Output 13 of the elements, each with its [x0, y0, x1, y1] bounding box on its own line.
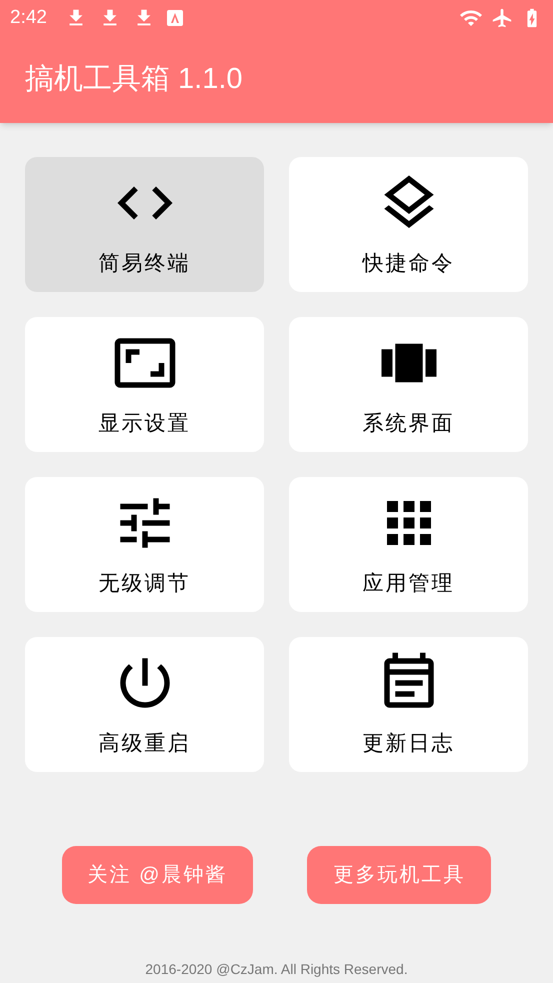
copyright-text: 2016-2020 @CzJam. All Rights Reserved.: [145, 960, 408, 979]
tool-tile[interactable]: 无级调节: [25, 477, 264, 612]
tool-tile[interactable]: 简易终端: [25, 157, 264, 292]
tool-tile[interactable]: 快捷命令: [289, 157, 528, 292]
tool-tile[interactable]: 应用管理: [289, 477, 528, 612]
app-notification-icon: [166, 10, 183, 26]
tool-tile[interactable]: 高级重启: [25, 637, 264, 772]
tool-tile[interactable]: 系统界面: [289, 317, 528, 452]
app-title: 搞机工具箱 1.1.0: [25, 62, 243, 97]
tool-tile[interactable]: 更新日志: [289, 637, 528, 772]
airplane-icon: [491, 7, 513, 29]
tool-tile[interactable]: 显示设置: [25, 317, 264, 452]
status-time: 2:42: [10, 6, 47, 30]
